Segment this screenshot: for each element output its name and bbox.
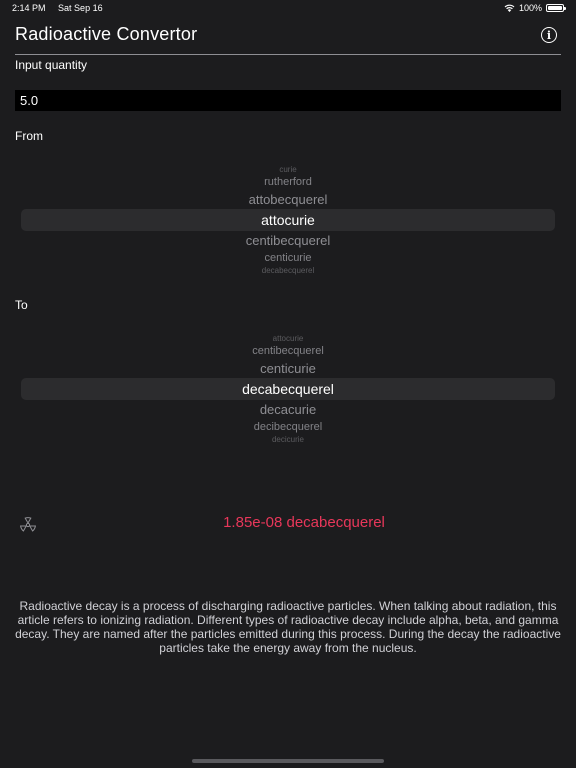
from-picker-item[interactable]: attobecquerel	[21, 192, 555, 207]
status-date: Sat Sep 16	[58, 3, 103, 13]
battery-icon	[546, 4, 566, 12]
input-quantity-label: Input quantity	[15, 58, 88, 72]
to-label: To	[15, 298, 28, 312]
from-picker-item[interactable]: centibecquerel	[21, 233, 555, 248]
status-left: 2:14 PM Sat Sep 16	[12, 3, 103, 13]
battery-percent: 100%	[518, 3, 542, 13]
from-label: From	[15, 129, 43, 143]
from-picker-item[interactable]: decabecquerel	[21, 266, 555, 275]
to-picker-item[interactable]: decacurie	[21, 402, 555, 417]
from-picker-item[interactable]: curie	[21, 165, 555, 174]
description-text: Radioactive decay is a process of discha…	[15, 599, 561, 655]
result-text: 1.85e-08 decabecquerel	[223, 514, 385, 531]
wifi-icon	[504, 4, 515, 12]
status-time: 2:14 PM	[12, 3, 46, 13]
status-right: 100%	[504, 3, 566, 13]
to-picker-item[interactable]: decabecquerel	[21, 381, 555, 397]
from-picker-item[interactable]: rutherford	[21, 176, 555, 188]
from-picker-item[interactable]: centicurie	[21, 252, 555, 264]
info-icon[interactable]: i	[541, 27, 557, 43]
to-picker-item[interactable]: centicurie	[21, 361, 555, 376]
to-picker-item[interactable]: decicurie	[21, 435, 555, 444]
status-bar: 2:14 PM Sat Sep 16 100%	[0, 0, 576, 16]
to-picker-item[interactable]: decibecquerel	[21, 421, 555, 433]
input-quantity-field[interactable]	[15, 90, 561, 111]
home-indicator[interactable]	[192, 759, 384, 763]
to-unit-picker[interactable]: attocurie centibecquerel centicurie decabec…	[21, 331, 555, 447]
page-title: Radioactive Convertor	[15, 24, 198, 44]
to-picker-item[interactable]: centibecquerel	[21, 345, 555, 357]
from-picker-item[interactable]: attocurie	[21, 212, 555, 228]
to-picker-item[interactable]: attocurie	[21, 334, 555, 343]
from-unit-picker[interactable]: curie rutherford attobecquerel attocurie cen…	[21, 162, 555, 278]
header-divider	[15, 54, 561, 55]
